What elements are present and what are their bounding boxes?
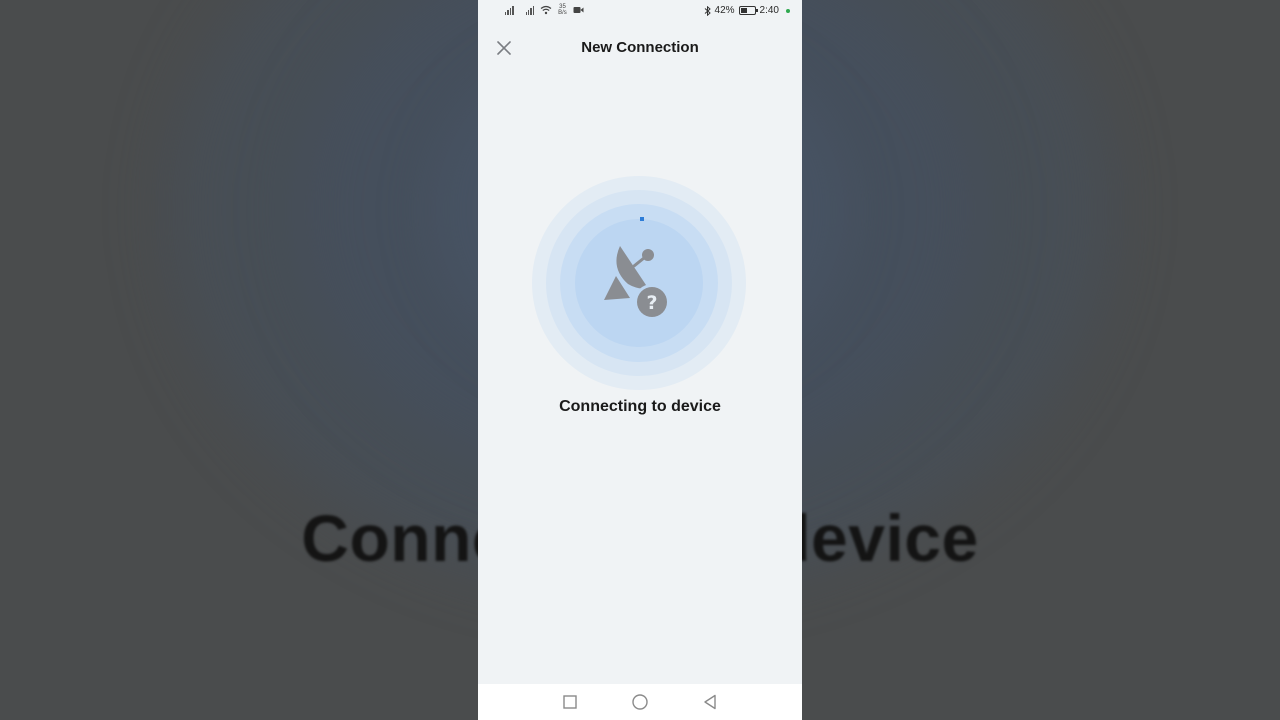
battery-fill <box>740 8 747 13</box>
battery-icon <box>738 6 758 15</box>
video-camera-icon <box>573 7 584 13</box>
bluetooth-icon <box>704 5 711 16</box>
status-left-group: 35 B/s <box>505 4 584 16</box>
signal-strength-icon <box>525 5 535 15</box>
video-frame: Connecting to device 35 B/s <box>0 0 1280 720</box>
connecting-animation: ? <box>532 176 746 390</box>
signal-strength-icon <box>505 5 514 15</box>
svg-text:?: ? <box>646 292 657 314</box>
scan-indicator-dot <box>640 217 644 221</box>
network-speed: 35 B/s <box>558 4 567 16</box>
triangle-back-icon <box>704 694 716 710</box>
recents-button[interactable] <box>560 692 580 712</box>
network-speed-unit: B/s <box>558 10 567 16</box>
page-title: New Connection <box>581 39 699 56</box>
back-button[interactable] <box>700 692 720 712</box>
status-bar: 35 B/s 42% 2:40 <box>478 0 802 24</box>
app-header: New Connection <box>478 24 802 72</box>
battery-percent: 42% <box>714 5 735 16</box>
connection-status-text: Connecting to device <box>559 398 721 415</box>
square-recents-icon <box>563 695 577 709</box>
phone-screen: 35 B/s 42% 2:40 New Connection ? Connect… <box>478 0 802 720</box>
status-right-group: 42% 2:40 <box>704 5 790 16</box>
wifi-icon <box>540 5 552 15</box>
privacy-indicator-dot <box>786 8 790 13</box>
clock: 2:40 <box>759 5 779 16</box>
home-button[interactable] <box>630 692 650 712</box>
satellite-dish-question-icon: ? <box>604 246 670 320</box>
circle-home-icon <box>632 694 648 710</box>
system-navigation-bar <box>478 684 802 720</box>
